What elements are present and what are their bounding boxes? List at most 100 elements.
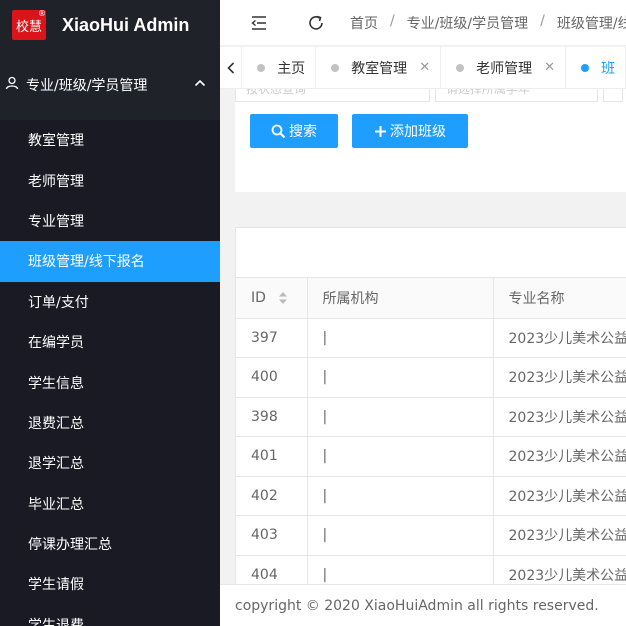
tab-label: 教室管理 xyxy=(351,60,408,77)
table-body: 397|2023少儿美术公益...400|2023少儿美术公益...398|20… xyxy=(236,318,626,584)
sidebar-group-label: 专业/班级/学员管理 xyxy=(26,78,148,94)
table-cell-org: | xyxy=(307,436,494,477)
sidebar-item-label: 在编学员 xyxy=(28,335,84,352)
user-icon xyxy=(0,76,24,94)
table-cell-org: | xyxy=(307,555,494,584)
column-header-label: ID xyxy=(251,289,266,306)
table-cell-org: | xyxy=(307,318,494,358)
tab-teacher-management[interactable]: 老师管理 ✕ xyxy=(441,47,566,88)
tab-label: 班 xyxy=(601,60,615,77)
sidebar-item-label: 教室管理 xyxy=(28,133,84,150)
table-row[interactable]: 398|2023少儿美术公益... xyxy=(236,397,626,437)
sidebar-item[interactable]: 退学汇总 xyxy=(0,443,220,483)
breadcrumb-home[interactable]: 首页 xyxy=(350,13,378,33)
table-cell-major: 2023少儿美术公益... xyxy=(493,436,626,477)
year-filter-input[interactable]: 请选择所属学年 xyxy=(435,89,598,102)
tab-dot xyxy=(581,63,589,72)
sidebar-item-label: 学生退费 xyxy=(28,617,84,626)
page-tabs: 主页 教室管理 ✕ 老师管理 ✕ 班 xyxy=(220,47,626,89)
table-cell-major: 2023少儿美术公益... xyxy=(493,476,626,516)
filter-panel: 按状态查询 请选择所属学年 搜索 添加班级 xyxy=(235,89,626,192)
app-title: XiaoHui Admin xyxy=(62,14,190,35)
sidebar-item-label: 学生信息 xyxy=(28,375,84,392)
sidebar-item-label: 停课办理汇总 xyxy=(28,537,112,554)
registered-mark: ® xyxy=(38,9,46,18)
table-row[interactable]: 401|2023少儿美术公益... xyxy=(236,436,626,477)
table-cell-id: 397 xyxy=(236,318,308,358)
refresh-icon[interactable] xyxy=(306,13,326,33)
sidebar-item[interactable]: 学生退费 xyxy=(0,605,220,626)
sidebar-item[interactable]: 专业管理 xyxy=(0,201,220,241)
tab-scroll-left-button[interactable] xyxy=(220,47,243,88)
table-cell-major: 2023少儿美术公益... xyxy=(493,357,626,398)
table-cell-org: | xyxy=(307,515,494,556)
table-row[interactable]: 400|2023少儿美术公益... xyxy=(236,357,626,398)
copyright-text: copyright © 2020 XiaoHuiAdmin all rights… xyxy=(235,597,599,614)
column-header-id[interactable]: ID xyxy=(236,278,308,319)
column-header-major: 专业名称 xyxy=(493,278,626,319)
breadcrumb-current: 班级管理/线 xyxy=(556,15,626,32)
sidebar-item[interactable]: 退费汇总 xyxy=(0,403,220,443)
filter-inputs: 按状态查询 请选择所属学年 xyxy=(235,89,623,102)
table-cell-id: 400 xyxy=(236,357,308,398)
footer: copyright © 2020 XiaoHuiAdmin all rights… xyxy=(220,584,626,626)
class-table: ID 所属机构 专业名称 397|2023少儿美术公益...400|2023少儿… xyxy=(236,278,626,584)
tab-dot xyxy=(456,63,465,72)
table-cell-id: 402 xyxy=(236,476,308,516)
status-filter-input[interactable]: 按状态查询 xyxy=(235,89,430,102)
table-cell-major: 2023少儿美术公益... xyxy=(493,515,626,556)
table-cell-org: | xyxy=(307,357,494,398)
sidebar-item[interactable]: 班级管理/线下报名 xyxy=(0,241,220,282)
table-row[interactable]: 402|2023少儿美术公益... xyxy=(236,476,626,516)
table-cell-org: | xyxy=(307,476,494,516)
table-toolbar xyxy=(236,228,626,278)
tab-classroom-management[interactable]: 教室管理 ✕ xyxy=(316,47,442,88)
sidebar-item[interactable]: 订单/支付 xyxy=(0,282,220,322)
filter-input-extra[interactable] xyxy=(603,89,623,102)
sidebar-item[interactable]: 学生请假 xyxy=(0,564,220,604)
sidebar-item-label: 订单/支付 xyxy=(28,294,89,311)
table-cell-major: 2023少儿美术公益... xyxy=(493,318,626,358)
sidebar-item-label: 班级管理/线下报名 xyxy=(28,254,145,271)
sort-icon xyxy=(279,291,288,304)
sidebar-item[interactable]: 教室管理 xyxy=(0,120,220,160)
add-class-button-label: 添加班级 xyxy=(390,124,446,140)
sidebar-item-label: 老师管理 xyxy=(28,173,84,190)
close-icon[interactable]: ✕ xyxy=(419,60,430,75)
tab-dot xyxy=(331,63,340,72)
tab-home[interactable]: 主页 xyxy=(242,47,317,88)
chevron-left-icon xyxy=(226,61,234,74)
table-row[interactable]: 403|2023少儿美术公益... xyxy=(236,515,626,556)
sidebar-item[interactable]: 老师管理 xyxy=(0,160,220,200)
add-class-button[interactable]: 添加班级 xyxy=(352,114,468,148)
search-button[interactable]: 搜索 xyxy=(250,114,338,148)
sidebar-item[interactable]: 在编学员 xyxy=(0,322,220,362)
breadcrumb-group[interactable]: 专业/班级/学员管理 xyxy=(407,13,528,33)
table-cell-id: 403 xyxy=(236,515,308,556)
sidebar-item-label: 毕业汇总 xyxy=(28,496,84,513)
table-cell-major: 2023少儿美术公益... xyxy=(493,555,626,584)
tab-label: 老师管理 xyxy=(476,60,533,77)
tab-class-management[interactable]: 班 xyxy=(566,47,626,88)
column-header-org: 所属机构 xyxy=(307,278,494,319)
table-row[interactable]: 404|2023少儿美术公益... xyxy=(236,555,626,584)
table-cell-major: 2023少儿美术公益... xyxy=(493,397,626,437)
breadcrumb-separator: / xyxy=(540,12,545,29)
table-cell-id: 401 xyxy=(236,436,308,477)
sidebar-item-label: 学生请假 xyxy=(28,577,84,594)
sidebar-item[interactable]: 学生信息 xyxy=(0,362,220,402)
sidebar-item-label: 退学汇总 xyxy=(28,456,84,473)
table-header-row: ID 所属机构 专业名称 xyxy=(236,278,626,319)
sidebar-item[interactable]: 停课办理汇总 xyxy=(0,524,220,564)
collapse-menu-icon[interactable] xyxy=(250,13,270,33)
chevron-up-icon[interactable] xyxy=(194,76,206,92)
sidebar-item-label: 专业管理 xyxy=(28,213,84,230)
table-cell-id: 398 xyxy=(236,397,308,437)
table-row[interactable]: 397|2023少儿美术公益... xyxy=(236,318,626,358)
sidebar-group-major-class-student[interactable]: 专业/班级/学员管理 xyxy=(0,50,220,120)
sidebar-item-label: 退费汇总 xyxy=(28,415,84,432)
logo[interactable]: 校慧 ® XiaoHui Admin xyxy=(0,0,220,50)
sidebar-item[interactable]: 毕业汇总 xyxy=(0,484,220,524)
close-icon[interactable]: ✕ xyxy=(544,60,555,75)
table-cell-id: 404 xyxy=(236,555,308,584)
